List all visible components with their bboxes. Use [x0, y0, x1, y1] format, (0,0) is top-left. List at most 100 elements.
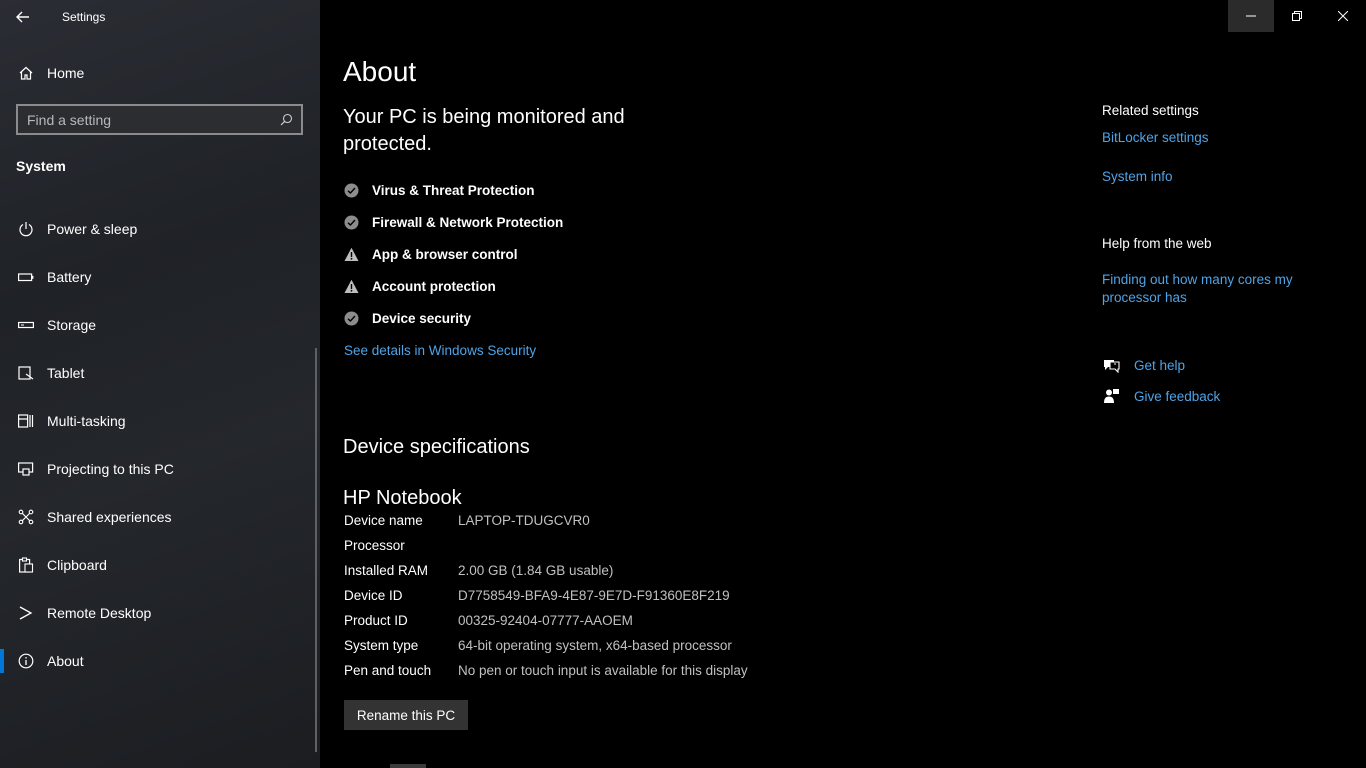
protection-label: Account protection: [372, 278, 496, 294]
help-from-web-heading: Help from the web: [1102, 236, 1212, 251]
restore-icon: [1292, 11, 1302, 21]
sidebar-item-label: Shared experiences: [47, 509, 172, 525]
close-button[interactable]: [1320, 0, 1366, 32]
give-feedback-link[interactable]: Give feedback: [1134, 389, 1220, 404]
search-box[interactable]: [16, 104, 303, 135]
spec-row: Installed RAM 2.00 GB (1.84 GB usable): [344, 558, 748, 583]
tablet-icon: [17, 364, 35, 382]
bitlocker-settings-link[interactable]: BitLocker settings: [1102, 130, 1209, 145]
spec-value: 2.00 GB (1.84 GB usable): [458, 563, 614, 578]
protection-item: Firewall & Network Protection: [343, 206, 563, 238]
info-icon: [17, 652, 35, 670]
spec-key: System type: [344, 638, 419, 653]
sidebar-nav: Power & sleep Battery Storage Tablet Mul…: [0, 205, 320, 685]
spec-value: 00325-92404-07777-AAOEM: [458, 613, 633, 628]
remote-desktop-icon: [17, 604, 35, 622]
sidebar-item-home[interactable]: Home: [0, 58, 320, 88]
check-circle-icon: [343, 182, 359, 198]
minimize-button[interactable]: [1228, 0, 1274, 32]
feedback-icon: [1102, 387, 1120, 405]
sidebar-item-label: Home: [47, 65, 85, 81]
search-icon[interactable]: [274, 108, 298, 132]
protection-item: Account protection: [343, 270, 563, 302]
sidebar-item-label: Battery: [47, 269, 92, 285]
protection-headline: Your PC is being monitored and protected…: [343, 106, 625, 155]
sidebar-item-remote-desktop[interactable]: Remote Desktop: [0, 589, 320, 637]
cores-help-link[interactable]: Finding out how many cores my processor …: [1102, 271, 1312, 307]
section-title: System: [16, 158, 66, 174]
home-icon: [17, 64, 35, 82]
spec-value: 64-bit operating system, x64-based proce…: [458, 638, 732, 653]
spec-key: Device name: [344, 513, 423, 528]
sidebar-item-label: Multi-tasking: [47, 413, 126, 429]
spec-value: LAPTOP-TDUGCVR0: [458, 513, 590, 528]
window-controls: [1228, 0, 1366, 32]
spec-table: Device name LAPTOP-TDUGCVR0 Processor In…: [344, 508, 748, 683]
protection-item: Device security: [343, 302, 563, 334]
shared-experiences-icon: [17, 508, 35, 526]
sidebar-item-label: Clipboard: [47, 557, 107, 573]
page-title: About: [343, 56, 417, 87]
spec-key: Product ID: [344, 613, 408, 628]
spec-row: Device name LAPTOP-TDUGCVR0: [344, 508, 748, 533]
scroll-indicator: [390, 764, 426, 768]
back-button[interactable]: [10, 5, 36, 29]
sidebar-scrollbar[interactable]: [315, 348, 317, 752]
clipboard-icon: [17, 556, 35, 574]
device-specs-heading: Device specifications: [343, 436, 530, 458]
sidebar-item-projecting[interactable]: Projecting to this PC: [0, 445, 320, 493]
check-circle-icon: [343, 310, 359, 326]
spec-row: Device ID D7758549-BFA9-4E87-9E7D-F91360…: [344, 583, 748, 608]
storage-icon: [17, 316, 35, 334]
warning-icon: [343, 246, 359, 262]
sidebar-item-label: Tablet: [47, 365, 85, 381]
see-details-link[interactable]: See details in Windows Security: [344, 343, 536, 358]
rename-pc-button[interactable]: Rename this PC: [344, 700, 468, 730]
spec-value: No pen or touch input is available for t…: [458, 663, 748, 678]
close-icon: [1338, 11, 1348, 21]
main-content: About Your PC is being monitored and pro…: [320, 0, 1366, 768]
restore-button[interactable]: [1274, 0, 1320, 32]
sidebar-item-label: Remote Desktop: [47, 605, 152, 621]
sidebar-item-power-sleep[interactable]: Power & sleep: [0, 205, 320, 253]
battery-icon: [17, 268, 35, 286]
sidebar-item-label: About: [47, 653, 84, 669]
get-help-link[interactable]: Get help: [1134, 358, 1185, 373]
spec-row: Processor: [344, 533, 748, 558]
search-input[interactable]: [18, 106, 274, 133]
get-help-row[interactable]: Get help: [1102, 356, 1185, 374]
sidebar-item-label: Power & sleep: [47, 221, 138, 237]
device-model: HP Notebook: [343, 487, 462, 509]
sidebar-item-clipboard[interactable]: Clipboard: [0, 541, 320, 589]
minimize-icon: [1246, 15, 1256, 17]
warning-icon: [343, 278, 359, 294]
check-circle-icon: [343, 214, 359, 230]
spec-row: Pen and touch No pen or touch input is a…: [344, 658, 748, 683]
sidebar: Settings Home System Power & sleep Batte…: [0, 0, 320, 768]
give-feedback-row[interactable]: Give feedback: [1102, 387, 1220, 405]
power-icon: [17, 220, 35, 238]
title-bar: Settings: [0, 0, 320, 34]
app-title: Settings: [62, 10, 106, 24]
sidebar-item-multitasking[interactable]: Multi-tasking: [0, 397, 320, 445]
sidebar-item-storage[interactable]: Storage: [0, 301, 320, 349]
protection-item: Virus & Threat Protection: [343, 174, 563, 206]
spec-row: System type 64-bit operating system, x64…: [344, 633, 748, 658]
chat-help-icon: [1102, 356, 1120, 374]
sidebar-item-shared-experiences[interactable]: Shared experiences: [0, 493, 320, 541]
spec-row: Product ID 00325-92404-07777-AAOEM: [344, 608, 748, 633]
spec-key: Processor: [344, 538, 405, 553]
back-arrow-icon: [16, 11, 29, 23]
protection-label: App & browser control: [372, 246, 518, 262]
sidebar-item-about[interactable]: About: [0, 637, 320, 685]
system-info-link[interactable]: System info: [1102, 169, 1173, 184]
protection-label: Device security: [372, 310, 472, 326]
spec-key: Device ID: [344, 588, 403, 603]
protection-list: Virus & Threat Protection Firewall & Net…: [343, 174, 563, 334]
protection-label: Firewall & Network Protection: [372, 214, 564, 230]
sidebar-item-tablet[interactable]: Tablet: [0, 349, 320, 397]
protection-item: App & browser control: [343, 238, 563, 270]
sidebar-item-label: Storage: [47, 317, 97, 333]
spec-key: Pen and touch: [344, 663, 432, 678]
sidebar-item-battery[interactable]: Battery: [0, 253, 320, 301]
